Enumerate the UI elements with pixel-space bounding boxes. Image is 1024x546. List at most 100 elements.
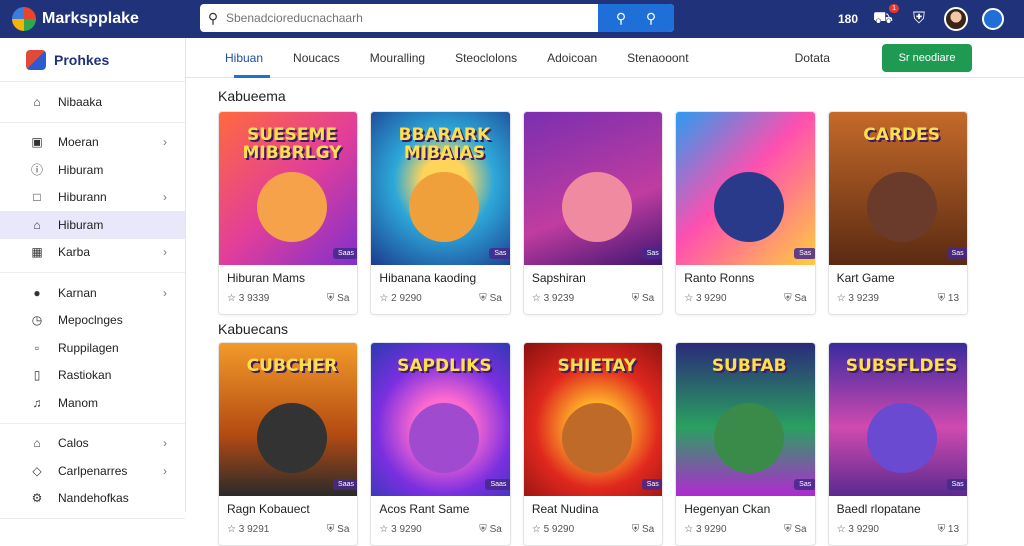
gear-icon: ⚙ (31, 491, 43, 506)
search-input[interactable] (226, 11, 598, 25)
tab[interactable]: Adoicoan (532, 38, 612, 78)
star-icon: ☆ (227, 293, 236, 304)
sidebar-item[interactable]: ⌂ Nibaaka (0, 88, 185, 116)
game-thumbnail[interactable]: CUBCHER Saas (219, 343, 358, 496)
card-title[interactable]: Baedl rlopatane (829, 496, 967, 520)
card-extra: ⛨ Sa (784, 524, 807, 535)
sidebar-item[interactable]: ⌂ Calos › (0, 430, 185, 458)
game-thumbnail[interactable]: Sas (676, 112, 815, 265)
top-bar: Markspplake ⚲ ⚲ ⚲ 180 ⛟1 ⛨ (0, 0, 1024, 38)
tab-bar: Hibuan Noucacs Mouralling Steoclolons Adoico… (186, 38, 1024, 78)
profile-icon[interactable] (982, 8, 1004, 30)
sidebar-item[interactable]: ⌂ Hiburam (0, 211, 185, 239)
sidebar-item[interactable]: ▯ Rastiokan (0, 362, 185, 390)
sidebar-item[interactable]: ● Karnan › (0, 279, 185, 307)
home-icon: ⌂ (33, 436, 41, 451)
home-icon: ⌂ (33, 94, 41, 109)
game-card[interactable]: SHIETAY Sas Reat Nudina ☆ 5 9290 ⛨ Sa (522, 342, 664, 546)
card-meta: ☆ 3 9239 ⛨ Sa (524, 289, 662, 308)
rating-value: 3 9291 (238, 524, 270, 535)
game-thumbnail[interactable]: SAPDLIKS Saas (371, 343, 510, 496)
card-extra: ⛨ 13 (938, 524, 959, 535)
game-card[interactable]: SUBFAB Sas Hegenyan Ckan ☆ 3 9290 ⛨ Sa (675, 342, 816, 546)
sidebar-item[interactable]: ▫ Ruppilagen (0, 334, 185, 362)
game-card[interactable]: CARDES Sas Kart Game ☆ 3 9239 ⛨ 13 (827, 111, 969, 315)
thumbnail-art-text: SHIETAY (557, 356, 637, 376)
card-meta: ☆ 3 9290 ⛨ Sa (371, 520, 509, 539)
shield-icon: ⛨ (937, 524, 946, 535)
game-card[interactable]: SUBSFLDES Sas Baedl rlopatane ☆ 3 9290 ⛨ 13 (827, 342, 969, 546)
card-title[interactable]: Hegenyan Ckan (676, 496, 814, 520)
chevron-right-icon: › (163, 436, 167, 451)
tab[interactable]: Noucacs (278, 38, 355, 78)
create-button[interactable]: Sr neodiare (882, 44, 972, 72)
game-card[interactable]: Sas Ranto Ronns ☆ 3 9290 ⛨ Sa (675, 111, 816, 315)
sidebar-item[interactable]: ♫ Manom (0, 389, 185, 417)
card-title[interactable]: Kart Game (829, 265, 967, 289)
rating-value: 3 9239 (543, 293, 575, 304)
game-thumbnail[interactable]: Sas (523, 112, 663, 265)
game-card[interactable]: SUESEME MIBBRLGY Saas Hiburan Mams ☆ 3 9339… (218, 111, 359, 315)
sidebar-item[interactable]: ◷ Mepoclnges (0, 307, 185, 335)
sidebar-item[interactable]: ◇ Carlpenarres › (0, 457, 185, 485)
sidebar-header[interactable]: Prohkes (0, 38, 185, 82)
card-title[interactable]: Sapshiran (524, 265, 662, 289)
card-grid: CUBCHER Saas Ragn Kobauect ☆ 3 9291 ⛨ Sa SAPD… (218, 342, 969, 546)
game-thumbnail[interactable]: SHIETAY Sas (523, 343, 663, 496)
game-card[interactable]: Sas Sapshiran ☆ 3 9239 ⛨ Sa (522, 111, 664, 315)
game-thumbnail[interactable]: SUESEME MIBBRLGY Saas (219, 112, 358, 265)
sidebar-item[interactable]: ⚙ Nandehofkas (0, 485, 185, 513)
card-title[interactable]: Ranto Ronns (676, 265, 814, 289)
shield-icon[interactable]: ⛨ (908, 8, 930, 30)
sidebar-item-label: Hiburann (58, 190, 107, 205)
card-title[interactable]: Reat Nudina (524, 496, 662, 520)
tab[interactable]: Hibuan (210, 38, 278, 78)
card-extra-value: 13 (947, 524, 960, 535)
brand-logo-icon (12, 7, 36, 31)
thumbnail-tag: Saas (333, 479, 358, 490)
game-thumbnail[interactable]: SUBSFLDES Sas (828, 343, 968, 496)
sidebar-item[interactable]: □ Hiburann › (0, 184, 185, 212)
sidebar-item[interactable]: ⓘ Hiburam (0, 156, 185, 184)
shield-icon: ⛨ (784, 524, 792, 535)
sidebar-item[interactable]: ▣ Moeran › (0, 129, 185, 157)
shield-logo-icon (26, 49, 46, 70)
brand[interactable]: Markspplake (12, 7, 198, 31)
game-card[interactable]: CUBCHER Saas Ragn Kobauect ☆ 3 9291 ⛨ Sa (218, 342, 359, 546)
game-thumbnail[interactable]: BBARARK MIBAIAS Sas (371, 112, 510, 265)
card-title[interactable]: Hibanana kaoding (371, 265, 509, 289)
character-illustration (257, 403, 327, 473)
thumbnail-tag: Sas (794, 479, 815, 490)
tab[interactable]: Stenaooont (612, 38, 703, 78)
card-extra: ⛨ 13 (938, 293, 959, 304)
game-thumbnail[interactable]: CARDES Sas (828, 112, 968, 265)
card-meta: ☆ 3 9290 ⛨ Sa (676, 520, 814, 539)
card-title[interactable]: Ragn Kobauect (219, 496, 357, 520)
game-card[interactable]: BBARARK MIBAIAS Sas Hibanana kaoding ☆ 2 92… (370, 111, 511, 315)
card-title[interactable]: Hiburan Mams (219, 265, 357, 289)
card-extra-value: Sa (337, 293, 350, 304)
rating: ☆ 3 9290 (684, 293, 726, 304)
rating-value: 2 9290 (391, 293, 422, 304)
sidebar-item-label: Rastiokan (58, 368, 112, 383)
star-icon: ☆ (684, 524, 694, 535)
card-meta: ☆ 3 9291 ⛨ Sa (219, 520, 357, 539)
sidebar-item[interactable]: ▦ Karba › (0, 239, 185, 267)
tab[interactable]: Mouralling (355, 38, 440, 78)
tab[interactable]: Dotata (780, 38, 845, 78)
thumbnail-art-text: SAPDLIKS (397, 356, 492, 376)
cart-icon[interactable]: ⛟ 1 (872, 4, 899, 30)
thumbnail-tag: Sas (641, 479, 663, 490)
card-title[interactable]: Acos Rant Same (371, 496, 509, 520)
top-bar-counter[interactable]: 180 (838, 12, 858, 26)
game-card[interactable]: SAPDLIKS Saas Acos Rant Same ☆ 3 9290 ⛨ Sa (370, 342, 511, 546)
tab[interactable]: Steoclolons (440, 38, 532, 78)
avatar[interactable] (944, 7, 968, 31)
diamond-icon: ◇ (32, 463, 42, 478)
sidebar-item-label: Nibaaka (58, 94, 103, 109)
game-thumbnail[interactable]: SUBFAB Sas (676, 343, 815, 496)
thumbnail-art-text: SUBFAB (711, 356, 787, 376)
search-button[interactable]: ⚲ ⚲ (598, 4, 674, 32)
rating: ☆ 5 9290 (532, 524, 574, 535)
chevron-right-icon: › (163, 190, 167, 205)
